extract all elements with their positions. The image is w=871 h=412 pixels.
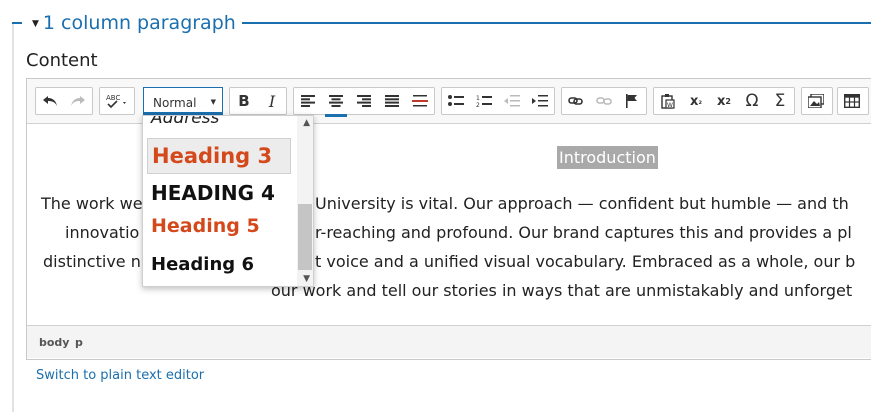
scrollbar-thumb[interactable] <box>298 204 312 270</box>
link-icon[interactable] <box>562 88 590 114</box>
paragraph-line: The work we <box>41 194 143 213</box>
active-indicator <box>325 114 347 117</box>
paragraph-line: r-reaching and profound. Our brand captu… <box>315 223 852 242</box>
svg-text:2: 2 <box>476 102 480 108</box>
path-item-body[interactable]: body <box>39 336 69 349</box>
format-option-heading-4[interactable]: HEADING 4 <box>147 178 291 208</box>
chevron-down-icon: ▼ <box>210 98 216 106</box>
collapse-caret-icon: ▼ <box>32 18 39 29</box>
basic-style-group: B I <box>229 87 287 115</box>
align-center-icon[interactable] <box>322 88 350 117</box>
italic-button[interactable]: I <box>258 88 286 114</box>
fieldset-border <box>12 22 14 412</box>
paragraph-line: University is vital. Our approach — conf… <box>315 194 849 213</box>
format-option-heading-5[interactable]: Heading 5 <box>147 212 291 240</box>
paragraph-line: t voice and a unified visual vocabulary.… <box>315 252 856 271</box>
format-select-value: Normal <box>153 96 197 110</box>
link-group <box>561 87 647 115</box>
align-left-icon[interactable] <box>294 88 322 114</box>
dropdown-scrollbar[interactable]: ▲ ▼ <box>297 116 313 286</box>
bulleted-list-icon[interactable] <box>442 88 470 114</box>
paste-word-icon[interactable]: W <box>654 88 682 114</box>
scroll-up-icon[interactable]: ▲ <box>303 118 310 128</box>
element-path-bar: body p <box>27 325 871 358</box>
justify-icon[interactable] <box>378 88 406 114</box>
horizontal-rule-icon[interactable] <box>406 88 434 114</box>
svg-text:W: W <box>667 102 673 109</box>
sigma-icon[interactable]: Σ <box>766 88 794 114</box>
undo-icon[interactable] <box>36 88 64 114</box>
table-icon[interactable] <box>838 88 866 114</box>
align-right-icon[interactable] <box>350 88 378 114</box>
superscript-icon[interactable]: x2 <box>710 88 738 114</box>
svg-text:1: 1 <box>476 95 480 102</box>
spellcheck-group: ABC <box>99 87 135 115</box>
fieldset-legend-text: 1 column paragraph <box>42 12 236 34</box>
alignment-group <box>293 87 435 117</box>
list-group: 12 <box>441 87 555 115</box>
outdent-icon[interactable] <box>498 88 526 114</box>
fieldset-legend-toggle[interactable]: ▼ 1 column paragraph <box>32 12 236 34</box>
paragraph-line: distinctive n <box>43 252 141 271</box>
subscript-icon[interactable]: x₂ <box>682 88 710 114</box>
path-item-p[interactable]: p <box>75 336 83 349</box>
paragraph-line: innovatio <box>65 223 140 242</box>
content-field-label: Content <box>26 50 98 71</box>
svg-text:ABC: ABC <box>106 94 120 102</box>
paragraph-line: our work and tell our stories in ways th… <box>271 281 853 300</box>
insert-group: W x₂ x2 Ω Σ <box>653 87 795 115</box>
spellcheck-icon[interactable]: ABC <box>100 88 134 114</box>
fieldset-top-border-left <box>12 22 22 24</box>
numbered-list-icon[interactable]: 12 <box>470 88 498 114</box>
image-group <box>801 87 833 115</box>
bold-button[interactable]: B <box>230 88 258 114</box>
image-icon[interactable] <box>802 88 830 114</box>
switch-to-plain-text-link[interactable]: Switch to plain text editor <box>36 368 204 383</box>
table-group <box>837 87 869 115</box>
unlink-icon[interactable] <box>590 88 618 114</box>
format-dropdown-menu: Address Heading 3 HEADING 4 Heading 5 He… <box>142 115 314 287</box>
format-select[interactable]: Normal ▼ <box>143 87 223 115</box>
selected-heading-introduction[interactable]: Introduction <box>557 146 658 169</box>
format-option-heading-6[interactable]: Heading 6 <box>147 250 291 280</box>
fieldset-top-border-right <box>242 22 871 24</box>
redo-icon[interactable] <box>64 88 92 114</box>
format-option-heading-3[interactable]: Heading 3 <box>147 138 291 174</box>
scroll-down-icon[interactable]: ▼ <box>303 274 310 284</box>
history-group <box>35 87 93 115</box>
indent-icon[interactable] <box>526 88 554 114</box>
special-char-icon[interactable]: Ω <box>738 88 766 114</box>
format-option-address[interactable]: Address <box>147 116 291 136</box>
anchor-flag-icon[interactable] <box>618 88 646 114</box>
